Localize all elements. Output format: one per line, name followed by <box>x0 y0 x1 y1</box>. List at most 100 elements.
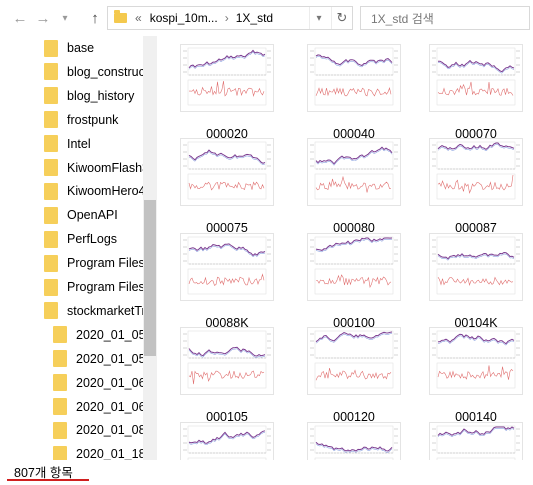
forward-arrow-icon[interactable]: → <box>33 8 53 28</box>
breadcrumb-kospi[interactable]: kospi_10m... <box>150 11 218 25</box>
refresh-icon[interactable]: ↻ <box>331 7 352 29</box>
breadcrumb-separator[interactable]: › <box>225 11 229 25</box>
nav-subfolder-label: 2020_01_05_ <box>76 351 153 366</box>
nav-folder-label: blog_history <box>67 88 135 103</box>
nav-subfolder-item[interactable]: 2020_01_05_ <box>53 347 152 371</box>
nav-folder-item[interactable]: base <box>44 36 94 60</box>
chart-thumbnail-icon <box>180 327 274 395</box>
nav-folder-item[interactable]: KiwoomHero4 <box>44 179 146 203</box>
chart-thumbnail-icon <box>307 44 401 112</box>
red-underline-annotation <box>7 479 89 481</box>
chart-thumbnail-icon <box>307 422 401 460</box>
nav-folder-label: KiwoomFlash3 <box>67 160 149 175</box>
image-thumbnail <box>179 233 275 305</box>
nav-folder-label: PerfLogs <box>67 232 118 247</box>
nav-folder-label: Program Files <box>67 280 145 294</box>
search-input[interactable]: 1X_std 검색 <box>360 6 530 30</box>
nav-folder-item[interactable]: stockmarketTri <box>44 299 149 323</box>
image-thumbnail <box>428 422 524 460</box>
nav-folder-label: frostpunk <box>67 112 119 127</box>
image-thumbnail <box>306 422 402 460</box>
nav-scrollbar-thumb[interactable] <box>144 200 156 356</box>
nav-folder-label: stockmarketTri <box>67 303 149 318</box>
chart-thumbnail-icon <box>180 138 274 206</box>
nav-subfolder-label: 2020_01_08_ <box>76 423 153 438</box>
image-thumbnail <box>179 138 275 210</box>
back-arrow-icon[interactable]: ← <box>10 8 30 28</box>
nav-folder-label: Program Files <box>67 256 145 271</box>
nav-folder-item[interactable]: blog_construct <box>44 60 148 84</box>
chart-thumbnail-icon <box>429 422 523 460</box>
folder-icon <box>44 182 58 200</box>
chart-thumbnail-icon <box>180 422 274 460</box>
folder-icon <box>44 206 58 224</box>
folder-icon <box>53 445 67 460</box>
nav-subfolder-item[interactable]: 2020_01_06_ <box>53 395 152 419</box>
search-placeholder: 1X_std 검색 <box>371 11 434 26</box>
folder-icon <box>53 421 67 439</box>
chart-thumbnail-icon <box>429 138 523 206</box>
image-thumbnail <box>428 138 524 210</box>
folder-icon <box>44 254 58 272</box>
file-grid: 000020 000040 000070 000075 000080 000087 0008… <box>157 36 533 460</box>
nav-folder-item[interactable]: Program Files <box>44 275 145 299</box>
folder-icon <box>44 39 58 57</box>
nav-folder-item[interactable]: blog_history <box>44 84 134 108</box>
image-thumbnail <box>179 422 275 460</box>
image-thumbnail <box>428 327 524 399</box>
folder-icon <box>53 398 67 415</box>
folder-icon <box>114 10 127 23</box>
image-thumbnail <box>179 327 275 399</box>
path-dropdown-chevron-icon[interactable]: ▾ <box>309 7 328 29</box>
nav-subfolder-item[interactable]: 2020_01_06_ <box>53 371 152 395</box>
folder-icon <box>53 374 67 392</box>
image-thumbnail <box>306 44 402 116</box>
folder-icon <box>44 63 58 81</box>
nav-folder-item[interactable]: KiwoomFlash3 <box>44 156 149 180</box>
path-box[interactable]: « kospi_10m... › 1X_std ▾ ↻ <box>107 6 353 30</box>
nav-subfolder-item[interactable]: 2020_01_05_ <box>53 323 152 347</box>
nav-subfolder-item[interactable]: 2020_01_08_ <box>53 418 152 442</box>
folder-icon <box>44 111 58 129</box>
nav-folder-item[interactable]: frostpunk <box>44 108 118 132</box>
nav-folder-label: Intel <box>67 136 91 151</box>
chart-thumbnail-icon <box>307 138 401 206</box>
nav-folder-item[interactable]: PerfLogs <box>44 227 117 251</box>
image-thumbnail <box>428 233 524 305</box>
nav-folder-label: OpenAPI <box>67 208 118 223</box>
up-arrow-icon[interactable]: ↑ <box>85 8 105 28</box>
chart-thumbnail-icon <box>307 327 401 395</box>
status-bar: 807개 항목 <box>0 460 533 485</box>
image-thumbnail <box>306 233 402 305</box>
folder-icon <box>53 326 67 344</box>
nav-folder-item[interactable]: Program Files <box>44 251 145 275</box>
nav-subfolder-item[interactable]: 2020_01_18 <box>53 442 146 460</box>
nav-folder-item[interactable]: Intel <box>44 132 91 156</box>
nav-subfolder-label: 2020_01_18 <box>76 447 146 460</box>
chart-thumbnail-icon <box>429 327 523 395</box>
folder-icon <box>44 87 58 105</box>
nav-subfolder-label: 2020_01_05_ <box>76 327 153 342</box>
folder-icon <box>44 135 58 153</box>
image-thumbnail <box>306 138 402 210</box>
nav-folder-label: KiwoomHero4 <box>67 184 146 199</box>
chart-thumbnail-icon <box>307 233 401 301</box>
overflow-chevrons[interactable]: « <box>135 11 142 25</box>
folder-icon <box>44 302 58 320</box>
folder-icon <box>44 159 58 176</box>
folder-icon <box>44 278 58 296</box>
nav-folder-label: blog_construct <box>67 64 149 79</box>
chart-thumbnail-icon <box>180 233 274 301</box>
image-thumbnail <box>428 44 524 116</box>
chart-thumbnail-icon <box>429 44 523 112</box>
navigation-pane: base blog_construct blog_history frostpunk I… <box>0 36 157 460</box>
nav-subfolder-label: 2020_01_06_ <box>76 399 153 414</box>
chevron-down-icon[interactable]: ▾ <box>55 8 75 28</box>
address-bar: ← → ▾ ↑ « kospi_10m... › 1X_std ▾ ↻ 1X_s… <box>0 0 533 36</box>
breadcrumb-1x-std[interactable]: 1X_std <box>236 11 273 25</box>
nav-folder-item[interactable]: OpenAPI <box>44 203 118 227</box>
image-thumbnail <box>306 327 402 399</box>
chart-thumbnail-icon <box>429 233 523 301</box>
folder-icon <box>44 230 58 248</box>
chart-thumbnail-icon <box>180 44 274 112</box>
